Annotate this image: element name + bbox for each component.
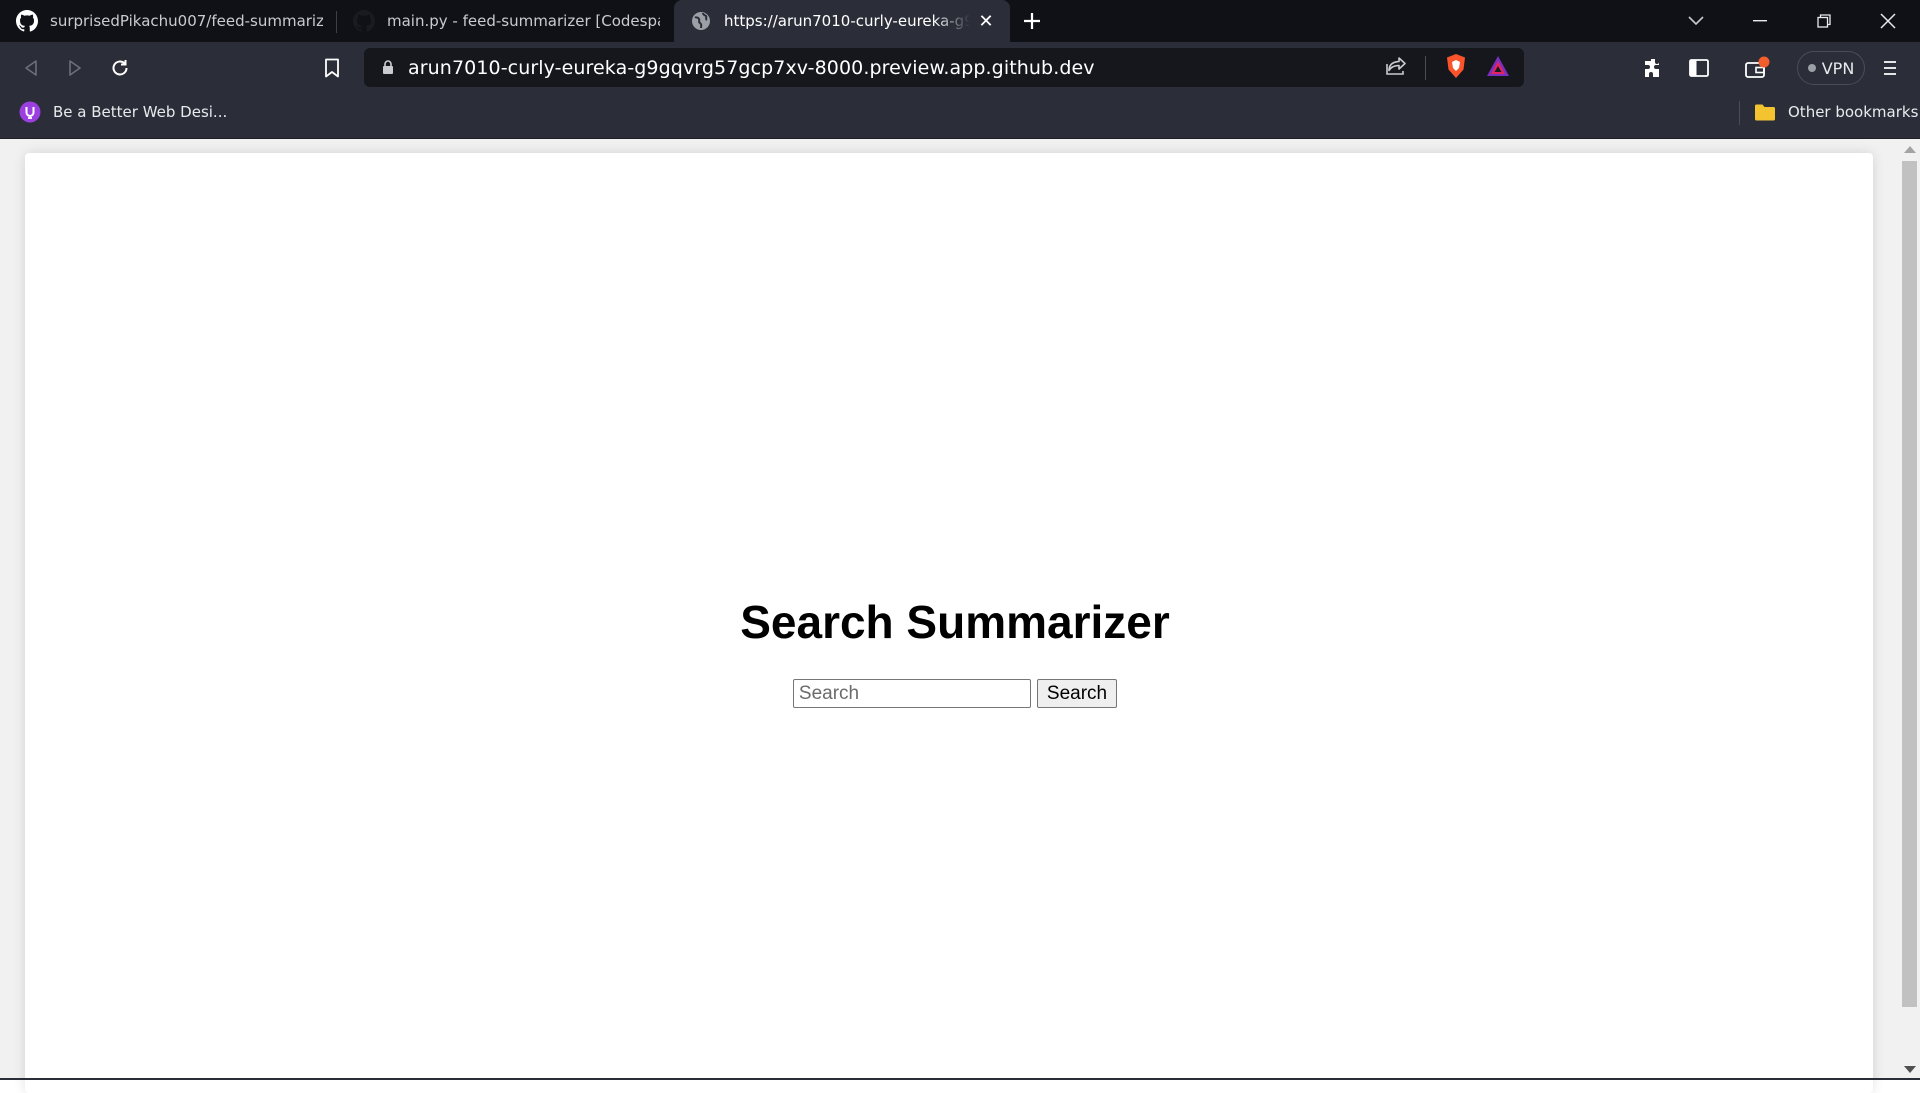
bookmark-favicon-icon <box>19 101 41 123</box>
search-button[interactable]: Search <box>1036 679 1118 708</box>
tab-search-button[interactable] <box>1672 0 1720 42</box>
folder-icon <box>1755 104 1775 121</box>
bookmark-icon <box>325 58 339 78</box>
forward-arrow-icon <box>69 60 81 76</box>
page-container: Search Summarizer Search <box>25 153 1873 1093</box>
chevron-down-icon <box>1688 16 1704 26</box>
bookmark-label: Be a Better Web Desi... <box>53 103 228 121</box>
wallet-button[interactable] <box>1739 50 1775 86</box>
vpn-button[interactable]: VPN <box>1797 51 1865 85</box>
scroll-down-arrow-icon[interactable] <box>1904 1066 1916 1073</box>
scroll-up-arrow-icon[interactable] <box>1904 146 1916 153</box>
page-viewport: Search Summarizer Search <box>0 139 1920 1093</box>
lock-icon <box>383 60 393 74</box>
share-icon[interactable] <box>1385 56 1407 80</box>
vertical-scrollbar[interactable] <box>1899 139 1920 1080</box>
search-input[interactable] <box>792 679 1031 708</box>
address-url: arun7010-curly-eureka-g9gqvrg57gcp7xv-80… <box>408 56 1095 79</box>
wallet-icon <box>1745 56 1770 78</box>
minimize-button[interactable] <box>1728 0 1792 42</box>
close-tab-icon[interactable]: ✕ <box>976 11 996 32</box>
bookmark-item[interactable]: Be a Better Web Desi... <box>19 93 227 131</box>
other-bookmarks-label: Other bookmarks <box>1788 103 1919 121</box>
tab-preview-active[interactable]: https://arun7010-curly-eureka-g9gqvrg57g… <box>674 0 1010 42</box>
reload-icon <box>112 60 128 76</box>
bookmark-page-button[interactable] <box>314 50 350 86</box>
hamburger-menu-icon <box>1884 61 1896 75</box>
bookmarks-bar: Be a Better Web Desi... Other bookmarks <box>0 93 1920 139</box>
tab-title: surprisedPikachu007/feed-summarizer <box>50 12 323 30</box>
search-section: Search Summarizer Search <box>25 595 1885 708</box>
vpn-label: VPN <box>1821 58 1855 78</box>
back-button[interactable] <box>13 50 49 86</box>
restore-icon <box>1817 14 1831 28</box>
bookmarks-divider <box>1739 101 1740 125</box>
extensions-button[interactable] <box>1636 50 1672 86</box>
page-title: Search Summarizer <box>740 596 1170 648</box>
address-bar[interactable]: arun7010-curly-eureka-g9gqvrg57gcp7xv-80… <box>364 48 1524 87</box>
puzzle-icon <box>1645 59 1659 77</box>
tab-title: https://arun7010-curly-eureka-g9gqvrg57g… <box>724 12 970 30</box>
tab-github-repo[interactable]: surprisedPikachu007/feed-summarizer <box>0 0 337 42</box>
back-arrow-icon <box>25 60 37 76</box>
minimize-icon <box>1753 20 1767 22</box>
brave-shields-icon[interactable] <box>1444 53 1468 83</box>
close-icon <box>1880 13 1896 29</box>
sidebar-icon <box>1689 59 1709 77</box>
window-controls <box>1728 0 1920 42</box>
new-tab-button[interactable] <box>1010 0 1054 42</box>
brave-rewards-icon[interactable] <box>1486 55 1510 81</box>
tab-title: main.py - feed-summarizer [Codespaces] <box>387 12 660 30</box>
omnibox-divider <box>1425 55 1426 80</box>
tab-codespaces[interactable]: main.py - feed-summarizer [Codespaces] <box>337 0 674 42</box>
scrollbar-thumb[interactable] <box>1902 161 1917 1007</box>
forward-button[interactable] <box>57 50 93 86</box>
browser-toolbar: arun7010-curly-eureka-g9gqvrg57gcp7xv-80… <box>0 42 1920 93</box>
search-form: Search <box>25 679 1885 708</box>
github-icon <box>16 10 38 32</box>
github-icon <box>353 10 375 32</box>
restore-button[interactable] <box>1792 0 1856 42</box>
other-bookmarks-folder[interactable]: Other bookmarks <box>1754 93 1918 131</box>
menu-button[interactable] <box>1872 50 1908 86</box>
tab-strip: surprisedPikachu007/feed-summarizer main… <box>0 0 1920 42</box>
close-window-button[interactable] <box>1856 0 1920 42</box>
globe-icon <box>690 10 712 32</box>
plus-icon <box>1024 13 1040 29</box>
vpn-status-dot <box>1807 64 1816 72</box>
reload-button[interactable] <box>102 50 138 86</box>
sidebar-toggle-button[interactable] <box>1681 50 1717 86</box>
